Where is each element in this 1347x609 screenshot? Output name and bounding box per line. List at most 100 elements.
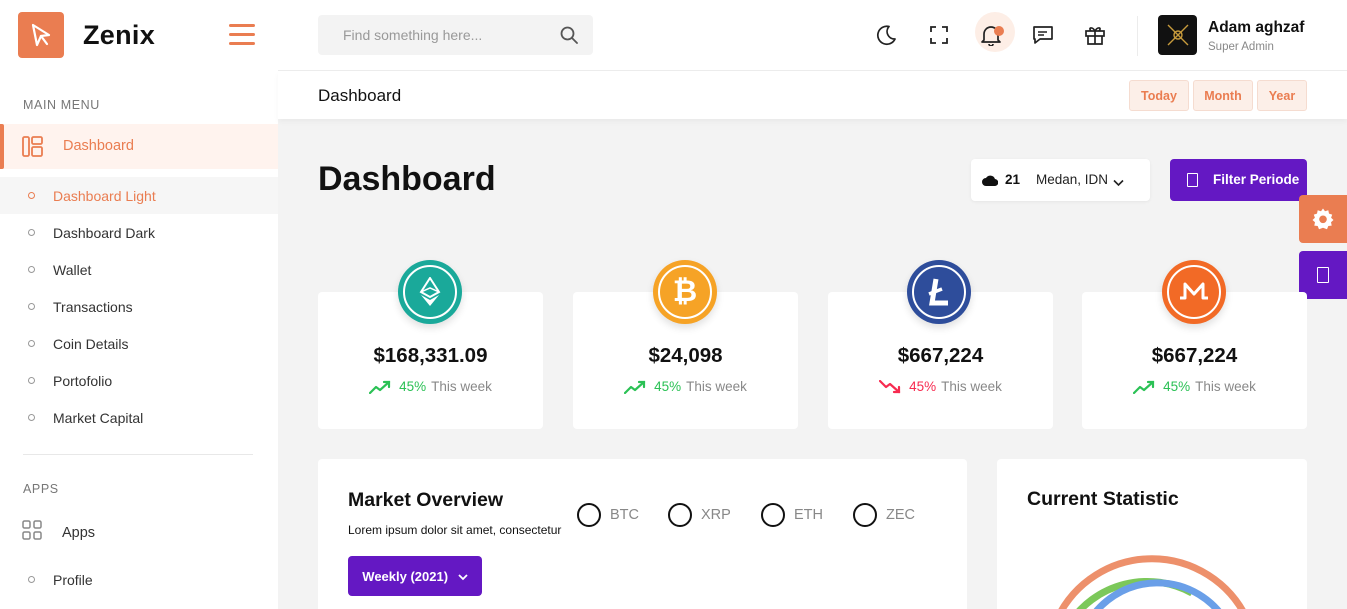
trend-up-icon <box>624 380 646 394</box>
radio-eth[interactable]: ETH <box>761 503 823 527</box>
submenu-item-coin-details[interactable]: Coin Details <box>0 325 278 362</box>
current-statistic-panel: Current Statistic <box>997 459 1307 609</box>
calendar-icon <box>1187 173 1198 187</box>
submenu-item-portofolio[interactable]: Portofolio <box>0 362 278 399</box>
moon-icon[interactable] <box>874 23 898 47</box>
submenu-item-market-capital[interactable]: Market Capital <box>0 399 278 436</box>
radio-circle-icon <box>761 503 785 527</box>
bullet-icon <box>28 192 35 199</box>
bitcoin-icon: ₿ <box>653 260 717 324</box>
sidebar-item-label: Apps <box>62 524 96 541</box>
coin-percentage: 45% <box>1163 379 1191 394</box>
range-year-button[interactable]: Year <box>1257 80 1307 111</box>
bullet-icon <box>28 340 35 347</box>
panel-icon <box>1317 267 1329 283</box>
dashboard-submenu: Dashboard Light Dashboard Dark Wallet Tr… <box>0 177 278 436</box>
hamburger-menu-icon[interactable] <box>229 24 255 46</box>
filter-periode-label: Filter Periode <box>1213 172 1300 187</box>
weekly-period-dropdown[interactable]: Weekly (2021) <box>348 556 482 596</box>
radio-circle-icon <box>853 503 877 527</box>
coin-value: $168,331.09 <box>373 344 488 367</box>
submenu-label: Transactions <box>53 298 133 315</box>
litecoin-icon <box>907 260 971 324</box>
brand[interactable]: Zenix <box>18 12 155 58</box>
logo-icon <box>18 12 64 58</box>
coin-trend: 45% This week <box>318 379 543 394</box>
radio-xrp[interactable]: XRP <box>668 503 731 527</box>
search-box <box>318 15 593 55</box>
header-divider <box>1137 16 1138 56</box>
ethereum-icon <box>398 260 462 324</box>
bullet-icon <box>28 266 35 273</box>
bullet-icon <box>28 414 35 421</box>
radio-label: BTC <box>610 507 639 523</box>
active-indicator <box>0 124 4 169</box>
range-month-button[interactable]: Month <box>1193 80 1253 111</box>
weather-temperature: 21 <box>1005 172 1021 187</box>
sidebar: Zenix MAIN MENU Dashboard Dashboard Ligh… <box>0 0 278 609</box>
submenu-item-profile[interactable]: Profile <box>0 562 278 598</box>
coin-percentage: 45% <box>399 379 427 394</box>
user-name[interactable]: Adam aghzaf <box>1208 19 1304 37</box>
breadcrumb: Dashboard <box>318 86 402 105</box>
trend-down-icon <box>879 379 901 393</box>
coin-period: This week <box>431 379 492 394</box>
coin-trend: 45% This week <box>828 379 1053 394</box>
chevron-down-icon <box>1113 174 1124 192</box>
coin-percentage: 45% <box>909 379 937 394</box>
fullscreen-icon[interactable] <box>927 23 951 47</box>
monero-icon <box>1162 260 1226 324</box>
submenu-label: Dashboard Light <box>53 187 156 204</box>
chevron-down-icon <box>458 573 468 580</box>
submenu-label: Wallet <box>53 261 92 278</box>
radio-circle-icon <box>668 503 692 527</box>
search-icon[interactable] <box>560 26 578 49</box>
bullet-icon <box>28 576 35 583</box>
user-role: Super Admin <box>1208 41 1274 53</box>
sidebar-item-apps[interactable]: Apps <box>22 520 95 545</box>
submenu-item-transactions[interactable]: Transactions <box>0 288 278 325</box>
sidebar-divider <box>23 454 253 455</box>
sidebar-item-dashboard[interactable]: Dashboard <box>0 124 278 169</box>
coin-trend: 45% This week <box>573 379 798 394</box>
radio-zec[interactable]: ZEC <box>853 503 915 527</box>
trend-up-icon <box>1133 380 1155 394</box>
weather-selector[interactable]: 21 Medan, IDN <box>971 159 1150 201</box>
radio-label: XRP <box>701 507 731 523</box>
brand-name: Zenix <box>83 19 156 50</box>
filter-periode-button[interactable]: Filter Periode <box>1170 159 1307 201</box>
radio-circle-icon <box>577 503 601 527</box>
main-menu-title: MAIN MENU <box>23 98 100 112</box>
apps-title: APPS <box>23 482 59 496</box>
coin-value: $24,098 <box>648 344 723 367</box>
radio-label: ZEC <box>886 507 915 523</box>
settings-tab[interactable] <box>1299 195 1347 243</box>
cloud-icon <box>982 173 999 191</box>
theme-panel-tab[interactable] <box>1299 251 1347 299</box>
apps-grid-icon <box>22 520 42 545</box>
notification-badge <box>994 26 1004 36</box>
submenu-label: Coin Details <box>53 335 129 352</box>
subheader: Dashboard Today Month Year <box>278 71 1347 119</box>
submenu-label: Dashboard Dark <box>53 224 155 241</box>
market-overview-title: Market Overview <box>348 489 504 511</box>
avatar[interactable] <box>1158 15 1197 55</box>
submenu-item-wallet[interactable]: Wallet <box>0 251 278 288</box>
submenu-item-dashboard-light[interactable]: Dashboard Light <box>0 177 278 214</box>
gift-icon[interactable] <box>1083 23 1107 47</box>
radio-btc[interactable]: BTC <box>577 503 639 527</box>
weekly-period-label: Weekly (2021) <box>362 568 449 584</box>
submenu-label: Market Capital <box>53 409 144 426</box>
coin-period: This week <box>941 379 1002 394</box>
coin-value: $667,224 <box>897 344 984 367</box>
chat-icon[interactable] <box>1031 23 1055 47</box>
coin-value: $667,224 <box>1151 344 1238 367</box>
top-header: Adam aghzaf Super Admin <box>278 0 1347 71</box>
range-today-button[interactable]: Today <box>1129 80 1189 111</box>
bullet-icon <box>28 303 35 310</box>
submenu-item-dashboard-dark[interactable]: Dashboard Dark <box>0 214 278 251</box>
bullet-icon <box>28 229 35 236</box>
submenu-label: Portofolio <box>53 372 113 389</box>
market-overview-subtitle: Lorem ipsum dolor sit amet, consectetur <box>348 523 562 537</box>
search-input[interactable] <box>318 15 548 55</box>
